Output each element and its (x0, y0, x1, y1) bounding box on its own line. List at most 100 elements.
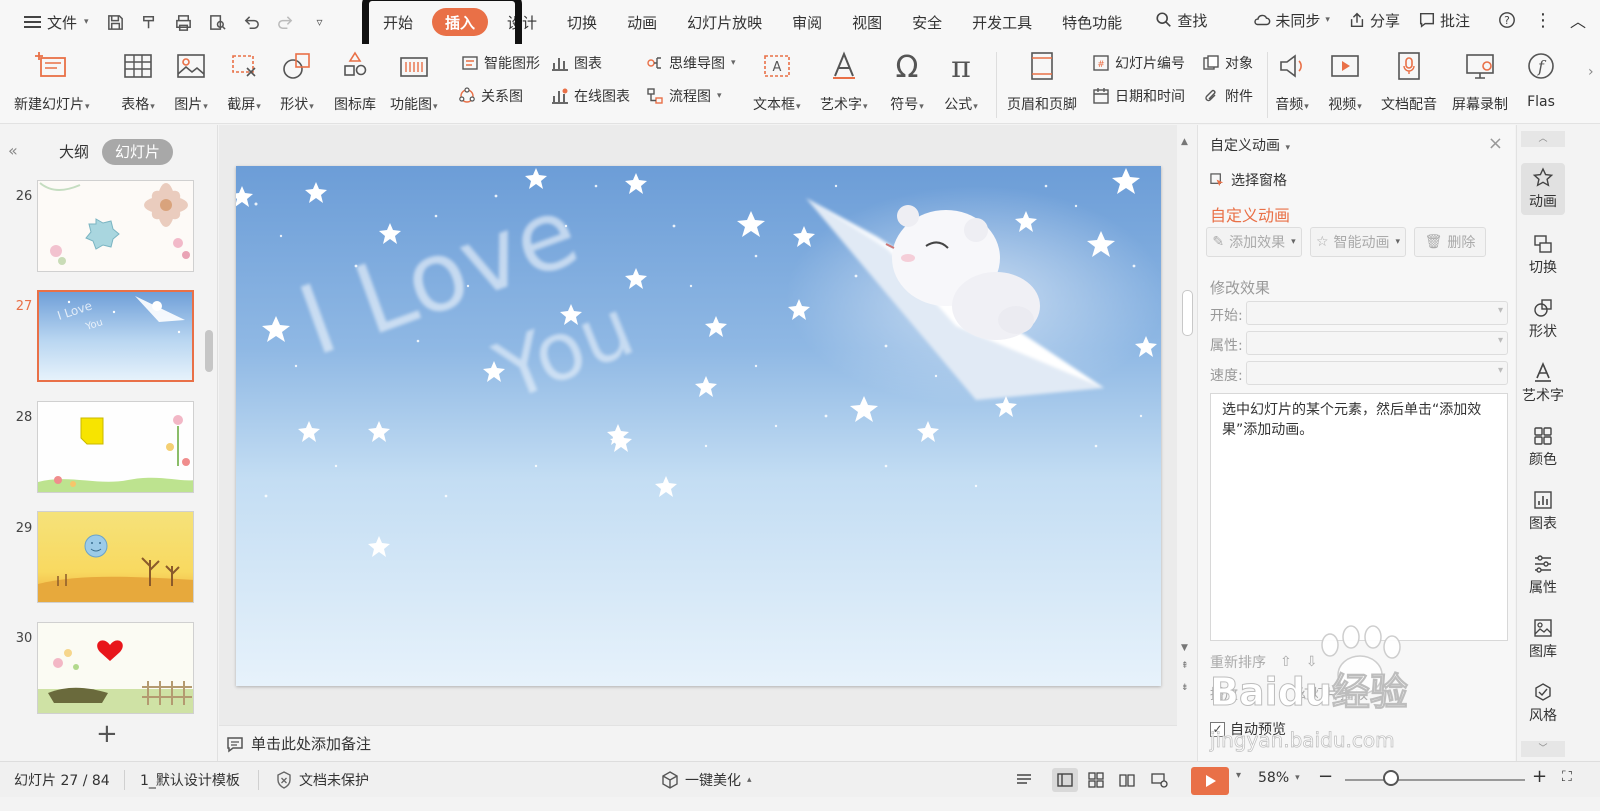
sidebar-item-color[interactable]: 颜色 (1521, 421, 1565, 469)
slide-thumbnail[interactable] (37, 511, 194, 603)
sidebar-scroll-down-icon[interactable]: ﹀ (1521, 741, 1565, 757)
header-footer-button[interactable]: 页眉和页脚 (1007, 48, 1077, 114)
zoom-slider[interactable] (1345, 779, 1525, 781)
sidebar-item-animation[interactable]: 动画 (1521, 163, 1565, 215)
format-painter-icon[interactable] (137, 9, 163, 35)
object-button[interactable]: 对象 (1202, 53, 1253, 73)
close-icon[interactable]: × (1488, 133, 1503, 154)
delete-button[interactable]: 🗑 删除 (1414, 227, 1486, 257)
print-preview-icon[interactable] (205, 9, 231, 35)
function-chart-button[interactable]: 功能图▾ (390, 48, 438, 114)
ribbon-scroll-right-icon[interactable]: › (1588, 64, 1594, 80)
tab-security[interactable]: 安全 (897, 8, 957, 36)
video-button[interactable]: 视频▾ (1328, 48, 1362, 114)
zoom-slider-handle[interactable] (1383, 770, 1399, 786)
datetime-button[interactable]: 日期和时间 (1092, 86, 1185, 106)
more-options-icon[interactable]: ⋮ (1534, 10, 1552, 31)
shape-button[interactable]: 形状▾ (280, 48, 314, 114)
notes-area[interactable]: 单击此处添加备注 (219, 725, 1177, 761)
tab-slideshow[interactable]: 幻灯片放映 (672, 8, 777, 36)
wordart-button[interactable]: 艺术字▾ (820, 48, 868, 114)
textbox-button[interactable]: A 文本框▾ (753, 48, 801, 114)
notes-toggle-icon[interactable] (1011, 768, 1037, 792)
tab-insert[interactable]: 插入 (432, 8, 489, 36)
slide-number-button[interactable]: # 幻灯片编号 (1092, 53, 1185, 73)
search-button[interactable]: 查找 (1155, 10, 1207, 31)
one-click-beautify-button[interactable]: 一键美化 ▴ (660, 770, 752, 790)
formula-button[interactable]: π 公式▾ (944, 48, 978, 114)
doc-dubbing-button[interactable]: 文档配音 (1381, 48, 1437, 114)
sidebar-item-chart[interactable]: 图表 (1521, 485, 1565, 533)
zoom-in-icon[interactable]: + (1532, 766, 1547, 787)
auto-preview-checkbox[interactable]: ✓ 自动预览 (1210, 719, 1286, 739)
slide-vertical-scrollbar[interactable]: ▲ ▼ ⇞ ⇟ (1177, 125, 1197, 761)
sidebar-item-properties[interactable]: 属性 (1521, 549, 1565, 597)
annotate-button[interactable]: 批注 (1418, 10, 1470, 31)
add-effect-button[interactable]: ✎ 添加效果 ▾ (1206, 227, 1302, 257)
smart-animation-button[interactable]: ☆ 智能动画 ▾ (1310, 227, 1406, 257)
scroll-down-icon[interactable]: ▼ (1181, 643, 1188, 653)
template-name[interactable]: 1_默认设计模板 (140, 770, 240, 790)
flash-button[interactable]: f Flas (1524, 48, 1558, 110)
new-slide-button[interactable]: 新建幻灯片▾ (14, 48, 90, 114)
animation-list-box[interactable]: 选中幻灯片的某个元素，然后单击“添加效果”添加动画。 (1210, 393, 1508, 641)
slide-thumbnail[interactable] (37, 622, 194, 714)
slide-sorter-icon[interactable] (1083, 768, 1109, 792)
screenshot-button[interactable]: 截屏▾ (227, 48, 261, 114)
tab-slides[interactable]: 幻灯片 (102, 139, 174, 165)
smart-shape-button[interactable]: 智能图形 (461, 53, 540, 73)
online-chart-button[interactable]: 在线图表 (551, 86, 630, 106)
zoom-out-icon[interactable]: − (1318, 766, 1333, 787)
collapse-ribbon-icon[interactable]: ︿ (1570, 8, 1586, 32)
play-options-chevron-icon[interactable]: ▾ (1236, 770, 1241, 781)
symbol-button[interactable]: Ω 符号▾ (890, 48, 924, 114)
file-menu-button[interactable]: 文件 ▾ (18, 8, 95, 36)
speed-select[interactable] (1246, 361, 1508, 385)
document-protection-status[interactable]: 文档未保护 (274, 770, 369, 790)
slide-thumbnail[interactable] (37, 180, 194, 272)
presenter-view-icon[interactable] (1146, 768, 1172, 792)
zoom-level-dropdown[interactable]: 58% ▾ (1258, 770, 1300, 786)
sidebar-item-shape[interactable]: 形状 (1521, 293, 1565, 341)
selection-pane-link[interactable]: 选择窗格 (1210, 170, 1287, 190)
normal-view-icon[interactable] (1052, 768, 1078, 792)
customize-toolbar-icon[interactable]: ▿ (307, 9, 333, 35)
fit-to-window-icon[interactable]: ⛶ (1562, 769, 1572, 785)
tab-animation[interactable]: 动画 (612, 8, 672, 36)
chart-button[interactable]: 图表 (551, 53, 602, 73)
tab-home[interactable]: 开始 (368, 8, 428, 36)
icon-library-button[interactable]: 图标库 (334, 48, 376, 114)
print-icon[interactable] (171, 9, 197, 35)
add-slide-icon[interactable]: + (96, 721, 118, 747)
play-button[interactable]: 播放 (1210, 684, 1238, 704)
redo-icon[interactable] (273, 9, 299, 35)
slide-thumbnail-selected[interactable]: I Love You (37, 290, 194, 382)
collapse-panel-icon[interactable]: « (8, 141, 18, 160)
move-up-icon[interactable]: ⇧ (1280, 654, 1292, 670)
table-button[interactable]: 表格▾ (121, 48, 155, 114)
play-slideshow-button[interactable] (1191, 767, 1229, 795)
thumbnail-scrollbar[interactable] (205, 330, 213, 372)
tab-special-features[interactable]: 特色功能 (1047, 8, 1137, 36)
previous-slide-icon[interactable]: ⇞ (1181, 661, 1189, 671)
property-select[interactable] (1246, 331, 1508, 355)
slide-show-button[interactable]: 幻灯片播放 (1298, 684, 1368, 704)
reading-view-icon[interactable] (1114, 768, 1140, 792)
scroll-up-icon[interactable]: ▲ (1181, 137, 1188, 147)
pane-title-dropdown[interactable]: 自定义动画 ▾ (1210, 135, 1290, 155)
start-select[interactable] (1246, 301, 1508, 325)
tab-outline[interactable]: 大纲 (46, 139, 102, 165)
current-slide[interactable]: I Love You (236, 166, 1161, 686)
flowchart-button[interactable]: 流程图 ▾ (646, 86, 722, 106)
move-down-icon[interactable]: ⇩ (1306, 654, 1318, 670)
sidebar-scroll-up-icon[interactable]: ︿ (1521, 131, 1565, 147)
picture-button[interactable]: 图片▾ (174, 48, 208, 114)
sync-button[interactable]: 未同步 ▾ (1253, 10, 1330, 31)
slide-thumbnail[interactable] (37, 401, 194, 493)
sidebar-item-gallery[interactable]: 图库 (1521, 613, 1565, 661)
sidebar-item-transition[interactable]: 切换 (1521, 229, 1565, 277)
sidebar-item-style[interactable]: 风格 (1521, 677, 1565, 725)
undo-icon[interactable] (239, 9, 265, 35)
save-icon[interactable] (103, 9, 129, 35)
tab-developer[interactable]: 开发工具 (957, 8, 1047, 36)
